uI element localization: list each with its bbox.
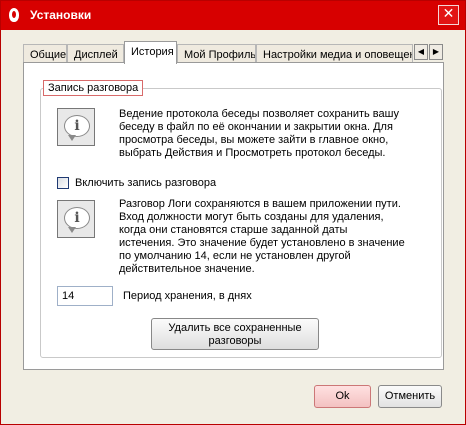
info-icon: i [57,200,95,238]
close-icon: ✕ [442,6,455,22]
tab-strip: Общие Дисплей История Мой Профиль Настро… [23,41,444,64]
enable-logging-checkbox[interactable] [57,177,69,189]
delete-all-conversations-button[interactable]: Удалить все сохраненные разговоры [151,318,319,350]
tab-scroll-left-button[interactable]: ◀ [414,44,428,60]
arrow-left-icon: ◀ [417,47,425,56]
close-button[interactable]: ✕ [438,5,459,25]
app-logo-icon [9,8,19,22]
tab-general[interactable]: Общие [23,44,67,63]
settings-window: Установки ✕ Общие Дисплей История Мой Пр… [0,0,466,425]
retention-days-input[interactable] [57,286,113,306]
tab-display[interactable]: Дисплей [67,44,124,63]
cancel-button[interactable]: Отменить [378,385,442,408]
retention-description: Разговор Логи сохраняются в вашем прилож… [119,198,405,275]
group-title: Запись разговора [43,80,144,96]
tab-media-notifications[interactable]: Настройки медиа и оповещений [256,44,413,63]
ok-button[interactable]: Ok [314,385,371,408]
title-bar[interactable]: Установки ✕ [1,1,465,30]
tab-history[interactable]: История [124,41,177,64]
retention-days-label: Период хранения, в днях [123,290,252,302]
tab-my-profile[interactable]: Мой Профиль [177,44,256,63]
tab-scroll-right-button[interactable]: ▶ [429,44,443,60]
info-icon: i [57,108,95,146]
arrow-right-icon: ▶ [432,47,440,56]
enable-logging-label[interactable]: Включить запись разговора [75,177,216,189]
logging-description: Ведение протокола беседы позволяет сохра… [119,108,399,159]
window-title: Установки [30,8,92,22]
